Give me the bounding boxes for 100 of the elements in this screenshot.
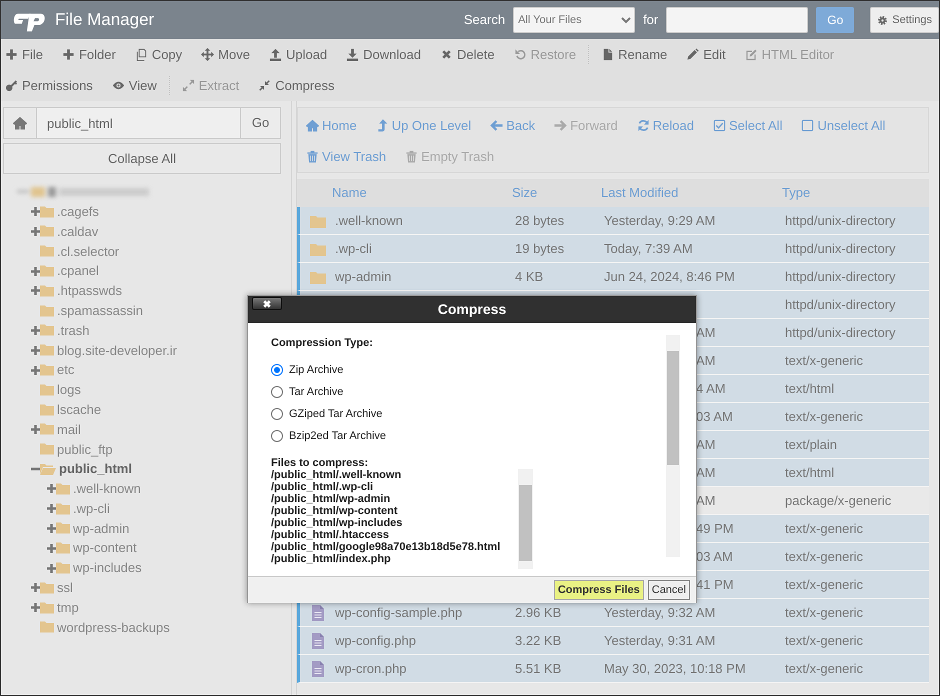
tree-item[interactable]: wp-includes [70, 558, 142, 578]
expand-icon[interactable] [47, 504, 56, 514]
table-row[interactable]: .wp-cli 19 bytes Today, 7:39 AM httpd/unix-directory [297, 235, 929, 263]
checked-box-icon [712, 119, 726, 132]
toolbar-button[interactable]: Move [201, 44, 250, 64]
toolbar-button[interactable]: Download [346, 44, 421, 64]
tree-item[interactable]: .caldav [54, 222, 98, 242]
expand-icon[interactable] [31, 226, 40, 236]
tree-item[interactable]: .wp-cli [70, 498, 110, 518]
table-row[interactable]: wp-config-sample.php 2.96 KB Yesterday, 9:32 AM text/x-generic [297, 599, 929, 627]
home-button[interactable] [3, 107, 37, 139]
cancel-button[interactable]: Cancel [648, 580, 690, 600]
navigation-button[interactable]: Unselect All [801, 116, 886, 136]
toolbar-button[interactable]: Permissions [5, 76, 93, 96]
toolbar-button[interactable]: Compress [258, 76, 334, 96]
search-field[interactable] [666, 7, 808, 33]
radio-button[interactable] [271, 364, 283, 376]
navigation-button[interactable]: Back [490, 116, 536, 136]
search-go-button[interactable]: Go [816, 7, 854, 33]
tree-item[interactable]: .spamassassin [54, 300, 143, 320]
tree-item[interactable]: public_html [56, 459, 132, 479]
table-row[interactable]: wp-cron.php 5.51 KB May 30, 2023, 10:18 PM text/x-generic [297, 655, 929, 683]
tree-item[interactable]: .cpanel [54, 261, 99, 281]
search-scope-dropdown[interactable]: All Your Files [513, 7, 636, 33]
compress-files-button[interactable]: Compress Files [554, 580, 644, 600]
tree-item[interactable]: tmp [54, 598, 79, 618]
column-header[interactable]: Name [332, 183, 512, 203]
folder-icon [56, 561, 70, 576]
table-cell: May 30, 2023, 10:18 PM [604, 660, 746, 676]
tree-item[interactable]: .well-known [70, 479, 141, 499]
reload-icon [636, 119, 650, 132]
column-header[interactable]: Last Modified [601, 183, 782, 203]
table-cell: .well-known [335, 212, 403, 228]
navigation-button[interactable]: Up One Level [376, 116, 472, 136]
toolbar-button[interactable]: Delete [440, 44, 495, 64]
toolbar-button[interactable]: Folder [62, 44, 116, 64]
table-row[interactable]: .well-known 28 bytes Yesterday, 9:29 AM httpd/unix-directory [297, 207, 929, 235]
collapse-all-button[interactable]: Collapse All [3, 143, 281, 174]
radio-label[interactable]: Zip Archive [289, 362, 344, 378]
toolbar-button[interactable]: File [5, 44, 43, 64]
tree-item[interactable]: lscache [54, 400, 102, 420]
expand-icon[interactable] [31, 346, 40, 355]
tree-item[interactable]: .htpasswds [54, 281, 122, 301]
table-row[interactable]: wp-config.php 3.22 KB Yesterday, 9:31 AM text/x-generic [297, 627, 929, 655]
table-row[interactable]: wp-admin 4 KB Jun 24, 2024, 8:46 PM httpd/unix-directory [297, 263, 929, 291]
column-header[interactable]: Type [782, 183, 929, 203]
radio-label[interactable]: Tar Archive [289, 384, 344, 400]
radio-button[interactable] [271, 386, 283, 398]
navigation-button[interactable]: View Trash [306, 146, 386, 166]
home-icon [306, 119, 319, 132]
toolbar-button[interactable]: Rename [601, 44, 668, 64]
expand-icon[interactable] [31, 603, 40, 612]
expand-icon[interactable] [31, 207, 40, 216]
toolbar-button[interactable]: Edit [686, 44, 726, 64]
expand-icon[interactable] [47, 484, 56, 494]
table-cell: wp-config.php [335, 632, 416, 648]
tree-item[interactable]: .cagefs [54, 202, 99, 222]
table-cell: 28 bytes [515, 212, 564, 228]
tree-item[interactable]: etc [54, 360, 74, 380]
table-cell: 5.51 KB [515, 660, 562, 676]
expand-icon[interactable] [31, 326, 40, 335]
tree-item[interactable]: .cl.selector [54, 242, 120, 262]
toolbar-button[interactable]: Upload [268, 44, 328, 64]
tree-item[interactable]: ssl [54, 578, 73, 598]
expand-icon[interactable] [47, 564, 56, 573]
expand-icon[interactable] [47, 544, 56, 553]
navigation-button[interactable]: Reload [636, 116, 694, 136]
tree-item[interactable]: .trash [54, 320, 90, 340]
navigation-button[interactable]: Home [306, 116, 357, 136]
tree-item[interactable]: wp-admin [70, 518, 130, 538]
expand-icon[interactable] [31, 366, 40, 375]
settings-button[interactable]: Settings [870, 7, 939, 33]
tree-item[interactable]: mail [54, 420, 81, 440]
toolbar-button[interactable]: View [112, 76, 157, 96]
toolbar-button[interactable]: Copy [134, 44, 182, 64]
radio-button[interactable] [271, 430, 283, 442]
scrollbar[interactable] [518, 469, 533, 569]
folder-icon [56, 482, 70, 496]
folder-icon [40, 600, 54, 615]
expand-icon[interactable] [31, 286, 40, 296]
forward-arrow-icon [554, 119, 568, 132]
radio-button[interactable] [271, 408, 283, 420]
tree-item[interactable]: public_ftp [54, 440, 113, 459]
tree-item[interactable]: wp-content [70, 538, 137, 558]
radio-label[interactable]: GZiped Tar Archive [289, 406, 382, 422]
expand-icon[interactable] [31, 583, 40, 592]
column-header[interactable]: Size [512, 183, 601, 203]
path-field[interactable]: public_html [37, 107, 241, 139]
tree-item[interactable]: blog.site-developer.ir [54, 340, 177, 360]
expand-icon[interactable] [47, 524, 56, 533]
scrollbar[interactable] [666, 335, 680, 557]
radio-label[interactable]: Bzip2ed Tar Archive [289, 428, 386, 444]
expand-icon[interactable] [31, 424, 40, 434]
folder-icon [40, 382, 54, 397]
path-go-button[interactable]: Go [241, 107, 281, 139]
navigation-button[interactable]: Select All [712, 116, 782, 136]
tree-item[interactable]: logs [54, 380, 81, 400]
expand-icon[interactable] [31, 266, 40, 276]
close-button[interactable] [252, 297, 282, 310]
tree-item[interactable]: wordpress-backups [54, 618, 170, 638]
